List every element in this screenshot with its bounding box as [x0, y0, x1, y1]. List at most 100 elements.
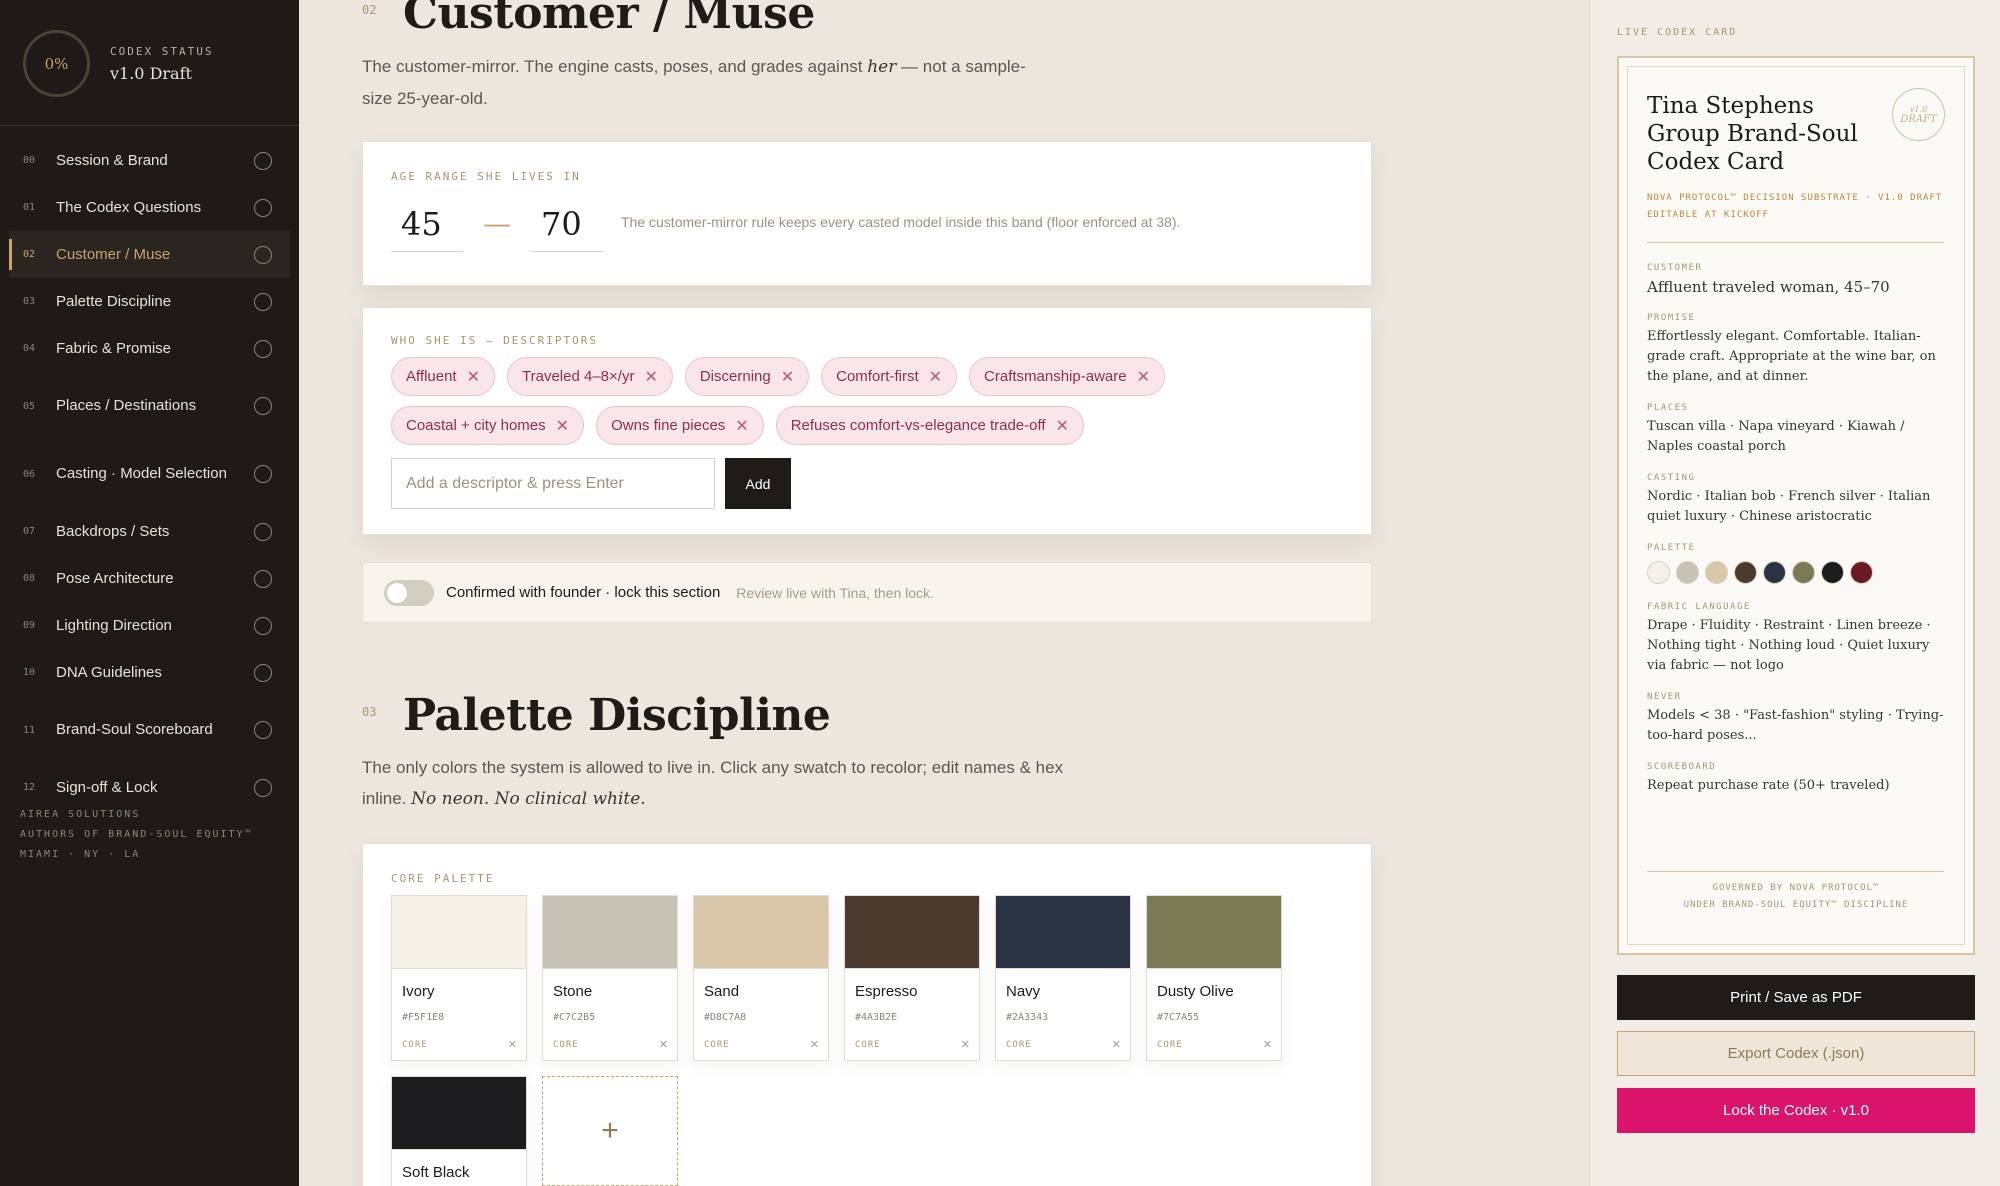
color-swatch[interactable]: Dusty Olive #7C7A55 CORE ✕ — [1146, 895, 1282, 1061]
export-button[interactable]: Export Codex (.json) — [1617, 1031, 1975, 1076]
stamp-text: DRAFT — [1900, 113, 1937, 125]
main-content: 02 Customer / Muse The customer-mirror. … — [299, 0, 1589, 1186]
remove-swatch-icon[interactable]: ✕ — [1112, 1038, 1121, 1051]
swatch-hex[interactable]: #D8C7A8 — [694, 1000, 828, 1023]
swatch-color[interactable] — [996, 896, 1130, 969]
print-button[interactable]: Print / Save as PDF — [1617, 975, 1975, 1020]
swatch-color[interactable] — [392, 1077, 526, 1150]
sidebar-footer: AIREA SOLUTIONS AUTHORS OF BRAND-SOUL EQ… — [20, 805, 253, 865]
core-palette-card: CORE PALETTE Ivory #F5F1E8 CORE ✕ Stone #C7C2… — [362, 843, 1372, 1186]
descriptor-tag: Craftsmanship-aware ✕ — [969, 357, 1165, 396]
age-min-input[interactable]: 45 — [391, 205, 463, 252]
nav-number: 08 — [23, 573, 36, 584]
palette-dot — [1821, 561, 1844, 584]
add-swatch-button[interactable]: + — [542, 1076, 678, 1186]
color-swatch[interactable]: Stone #C7C2B5 CORE ✕ — [542, 895, 678, 1061]
tag-label: Craftsmanship-aware — [984, 368, 1127, 385]
divider — [1647, 242, 1944, 243]
remove-tag-icon[interactable]: ✕ — [781, 367, 794, 387]
remove-tag-icon[interactable]: ✕ — [1137, 367, 1150, 387]
swatch-color[interactable] — [392, 896, 526, 969]
tag-label: Traveled 4–8×/yr — [522, 368, 635, 385]
swatch-name[interactable]: Soft Black — [392, 1150, 526, 1181]
nav-item-10[interactable]: 10 DNA Guidelines — [0, 649, 299, 696]
nav-label: Backdrops / Sets — [56, 522, 170, 540]
swatch-name[interactable]: Ivory — [392, 969, 526, 1000]
nav-label: Fabric & Promise — [56, 339, 172, 357]
swatch-color[interactable] — [694, 896, 828, 969]
color-swatch[interactable]: Soft Black#1C1C1FCORE✕ — [391, 1076, 527, 1186]
swatch-hex[interactable]: #1C1C1F — [392, 1181, 526, 1186]
nav-number: 09 — [23, 620, 36, 631]
status-circle-icon — [254, 522, 272, 541]
draft-stamp: v1.0 DRAFT — [1892, 88, 1945, 141]
descriptor-tag: Discerning ✕ — [684, 357, 810, 396]
swatch-name[interactable]: Sand — [694, 969, 828, 1000]
section-number: 02 — [362, 3, 377, 17]
swatch-color[interactable] — [543, 896, 677, 969]
add-descriptor-button[interactable]: Add — [725, 458, 791, 509]
section-description: The only colors the system is allowed to… — [362, 758, 1064, 809]
color-swatch[interactable]: Sand #D8C7A8 CORE ✕ — [693, 895, 829, 1061]
nav-item-09[interactable]: 09 Lighting Direction — [0, 602, 299, 649]
nav-item-05[interactable]: 05 Places / Destinations — [0, 372, 299, 440]
remove-swatch-icon[interactable]: ✕ — [508, 1038, 517, 1051]
nav-label: Session & Brand — [56, 151, 168, 169]
remove-swatch-icon[interactable]: ✕ — [1263, 1038, 1272, 1051]
palette-dot — [1763, 561, 1786, 584]
remove-tag-icon[interactable]: ✕ — [929, 367, 942, 387]
nav-item-07[interactable]: 07 Backdrops / Sets — [0, 508, 299, 555]
progress-percent: 0% — [44, 54, 69, 73]
lock-codex-button[interactable]: Lock the Codex · v1.0 — [1617, 1088, 1975, 1133]
nav-number: 12 — [23, 782, 36, 793]
swatch-name[interactable]: Dusty Olive — [1147, 969, 1281, 1000]
field-label: PLACES — [1647, 403, 1689, 413]
stamp-version: v1.0 — [1909, 104, 1928, 114]
field-places: Tuscan villa · Napa vineyard · Kiawah / … — [1647, 419, 1905, 454]
swatch-hex[interactable]: #4A3B2E — [845, 1000, 979, 1023]
swatch-name[interactable]: Stone — [543, 969, 677, 1000]
status-circle-icon — [254, 616, 272, 635]
color-swatch[interactable]: Ivory #F5F1E8 CORE ✕ — [391, 895, 527, 1061]
nav-item-06[interactable]: 06 Casting · Model Selection — [0, 440, 299, 508]
remove-tag-icon[interactable]: ✕ — [1056, 416, 1069, 436]
color-swatch[interactable]: Navy #2A3343 CORE ✕ — [995, 895, 1131, 1061]
nav-item-01[interactable]: 01 The Codex Questions — [0, 184, 299, 231]
nav-item-04[interactable]: 04 Fabric & Promise — [0, 325, 299, 372]
remove-tag-icon[interactable]: ✕ — [735, 416, 748, 436]
swatch-hex[interactable]: #7C7A55 — [1147, 1000, 1281, 1023]
field-label: CASTING — [1647, 473, 1696, 483]
swatch-hex[interactable]: #2A3343 — [996, 1000, 1130, 1023]
swatch-color[interactable] — [845, 896, 979, 969]
nav-item-08[interactable]: 08 Pose Architecture — [0, 555, 299, 602]
swatch-hex[interactable]: #C7C2B5 — [543, 1000, 677, 1023]
nav-label: DNA Guidelines — [56, 663, 162, 681]
color-swatch[interactable]: Espresso #4A3B2E CORE ✕ — [844, 895, 980, 1061]
nav-item-00[interactable]: 00 Session & Brand — [0, 137, 299, 184]
age-max-input[interactable]: 70 — [531, 205, 603, 252]
swatch-hex[interactable]: #F5F1E8 — [392, 1000, 526, 1023]
remove-swatch-icon[interactable]: ✕ — [810, 1038, 819, 1051]
nav-item-02[interactable]: 02 Customer / Muse — [9, 231, 290, 278]
descriptor-tag: Comfort-first ✕ — [821, 357, 958, 396]
swatch-tag: CORE — [553, 1040, 579, 1050]
field-label: PROMISE — [1647, 313, 1696, 323]
descriptor-tag: Owns fine pieces ✕ — [596, 406, 764, 445]
nav-label: Pose Architecture — [56, 569, 174, 587]
descriptor-tags: Affluent ✕ Traveled 4–8×/yr ✕ Discerning ✕ Com… — [391, 357, 1291, 445]
remove-swatch-icon[interactable]: ✕ — [659, 1038, 668, 1051]
remove-tag-icon[interactable]: ✕ — [467, 367, 480, 387]
swatch-name[interactable]: Espresso — [845, 969, 979, 1000]
lock-toggle[interactable] — [384, 579, 434, 606]
swatch-color[interactable] — [1147, 896, 1281, 969]
status-circle-icon — [254, 245, 272, 264]
remove-tag-icon[interactable]: ✕ — [556, 416, 569, 436]
nav-item-12[interactable]: 12 Sign-off & Lock — [0, 764, 299, 811]
nav-item-03[interactable]: 03 Palette Discipline — [0, 278, 299, 325]
descriptor-input[interactable] — [391, 458, 715, 509]
swatch-name[interactable]: Navy — [996, 969, 1130, 1000]
nav-item-11[interactable]: 11 Brand-Soul Scoreboard — [0, 696, 299, 764]
remove-swatch-icon[interactable]: ✕ — [961, 1038, 970, 1051]
remove-tag-icon[interactable]: ✕ — [644, 367, 657, 387]
descriptors-card: WHO SHE IS — DESCRIPTORS Affluent ✕ Travel… — [362, 307, 1372, 535]
